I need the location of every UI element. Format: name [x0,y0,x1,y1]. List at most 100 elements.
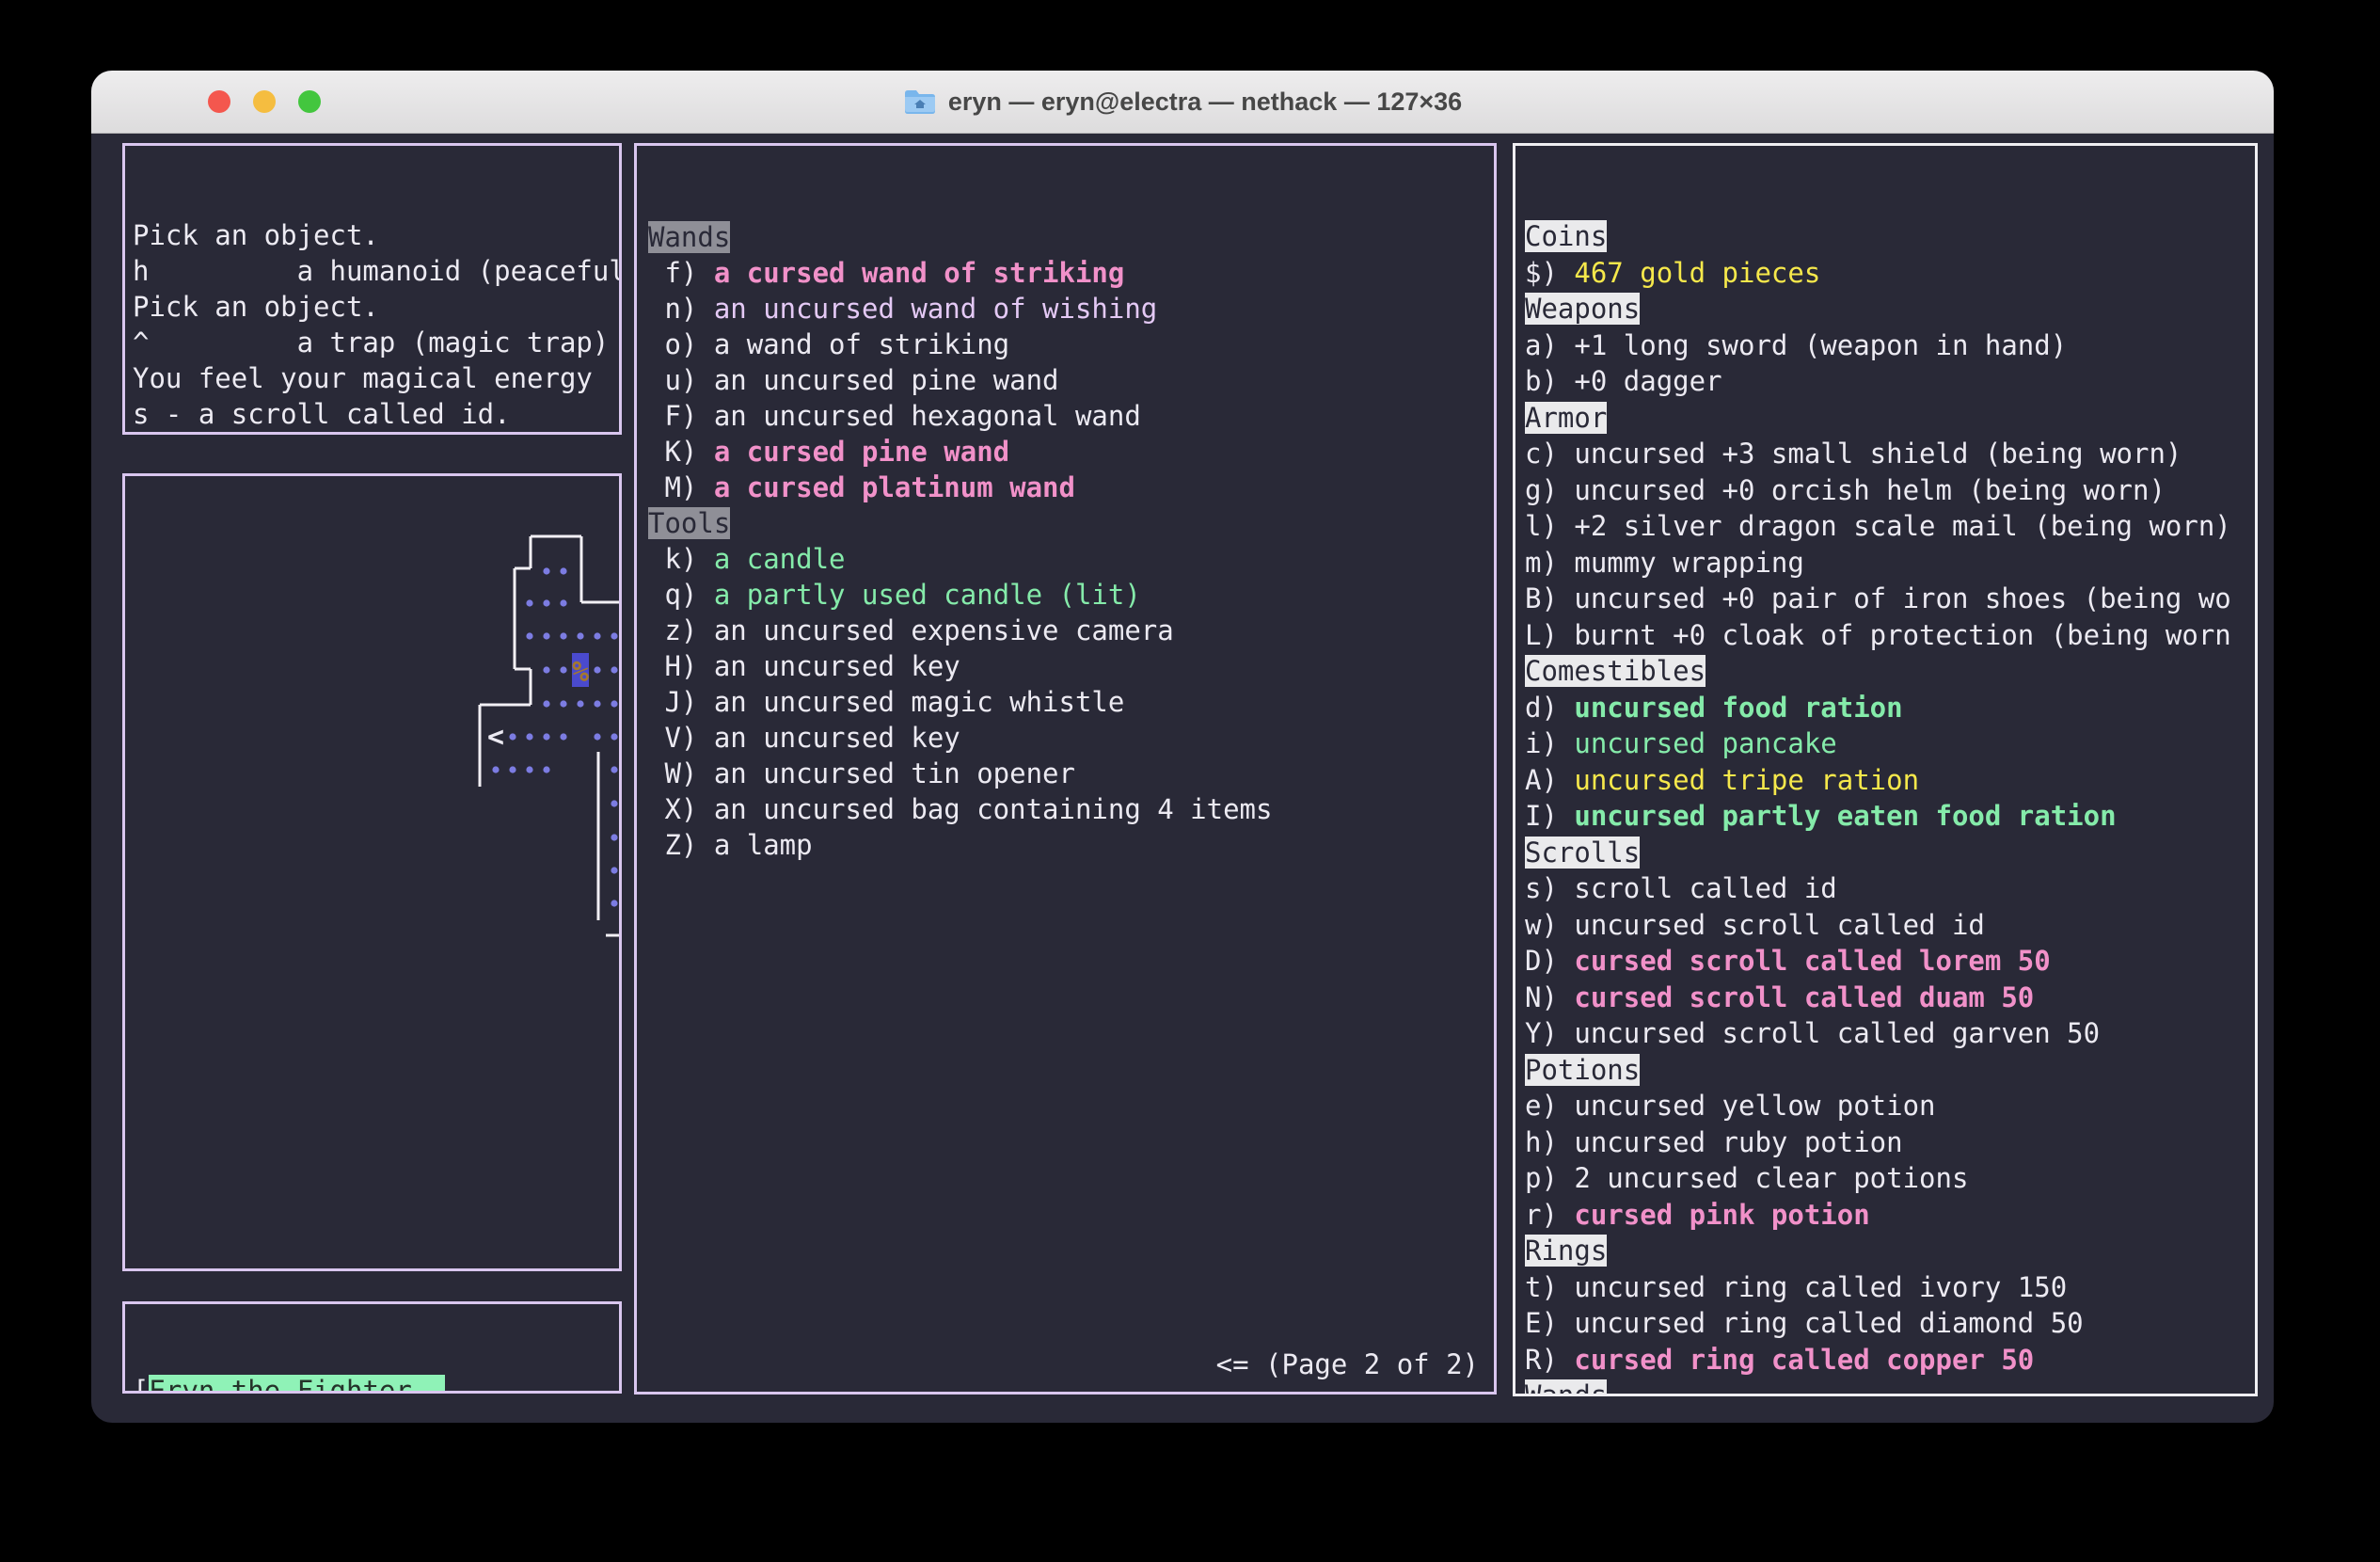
inventory-item[interactable]: r) cursed pink potion [1525,1197,2255,1234]
inventory-category-header: Potions [1525,1052,2255,1089]
inventory-item[interactable]: g) uncursed +0 orcish helm (being worn) [1525,472,2255,509]
floor-dot [560,733,566,740]
menu-item[interactable]: k) a candle [648,541,1494,577]
dungeon-map: <% [125,476,619,1268]
message-line: Pick an object. [133,217,619,253]
inventory-item[interactable]: e) uncursed yellow potion [1525,1088,2255,1124]
floor-dot [509,766,516,773]
inventory-item[interactable]: I) uncursed partly eaten food ration [1525,798,2255,835]
inventory-item[interactable]: c) uncursed +3 small shield (being worn) [1525,436,2255,472]
floor-dot [594,700,600,707]
floor-dot [543,666,549,673]
folder-icon [903,88,937,116]
page-indicator: <= (Page 2 of 2) [1216,1347,1479,1382]
menu-item[interactable]: f) a cursed wand of striking [648,255,1494,291]
menu-item[interactable]: H) an uncursed key [648,648,1494,684]
floor-dot [594,632,600,639]
floor-dot [611,834,617,840]
floor-dot [560,567,566,574]
menu-item[interactable]: K) a cursed pine wand [648,434,1494,470]
floor-dot [594,733,600,740]
floor-dot [543,733,549,740]
inventory-category-header: Rings [1525,1233,2255,1269]
inventory-item[interactable]: s) scroll called id [1525,870,2255,907]
menu-item[interactable]: Z) a lamp [648,827,1494,863]
menu-panel: Wands f) a cursed wand of striking n) an… [634,143,1497,1395]
floor-dot [611,733,617,740]
menu-item[interactable]: W) an uncursed tin opener [648,756,1494,791]
inventory-panel: Coins$) 467 gold piecesWeaponsa) +1 long… [1513,143,2258,1396]
inventory-item[interactable]: b) +0 dagger [1525,363,2255,400]
status-name-line: [Eryn the Fighter [133,1373,619,1394]
menu-category-header: Tools [648,505,1494,541]
floor-dot [526,599,532,606]
floor-dot [611,700,617,707]
floor-dot [577,700,583,707]
floor-dot [543,632,549,639]
floor-dot [560,599,566,606]
terminal-window: eryn — eryn@electra — nethack — 127×36 P… [91,71,2274,1423]
inventory-item[interactable]: p) 2 uncursed clear potions [1525,1160,2255,1197]
inventory-category-header: Scrolls [1525,835,2255,871]
inventory-item[interactable]: d) uncursed food ration [1525,690,2255,726]
inventory-item[interactable]: l) +2 silver dragon scale mail (being wo… [1525,508,2255,545]
floor-dot [543,599,549,606]
floor-dot [611,900,617,906]
floor-dot [594,666,600,673]
menu-item[interactable]: X) an uncursed bag containing 4 items [648,791,1494,827]
inventory-item[interactable]: w) uncursed scroll called id [1525,907,2255,944]
menu-item[interactable]: o) a wand of striking [648,327,1494,362]
message-line: h a humanoid (peaceful [133,253,619,289]
floor-dot [560,666,566,673]
inventory-item[interactable]: m) mummy wrapping [1525,545,2255,582]
food-item-glyph: % [572,656,589,689]
menu-item[interactable]: J) an uncursed magic whistle [648,684,1494,720]
map-panel: <% [122,473,622,1271]
menu-item[interactable]: n) an uncursed wand of wishing [648,291,1494,327]
inventory-item[interactable]: R) cursed ring called copper 50 [1525,1342,2255,1379]
inventory-item[interactable]: D) cursed scroll called lorem 50 [1525,943,2255,980]
floor-dot [543,567,549,574]
window-title: eryn — eryn@electra — nethack — 127×36 [948,88,1462,117]
floor-dot [526,632,532,639]
inventory-item[interactable]: t) uncursed ring called ivory 150 [1525,1269,2255,1306]
floor-dot [492,766,499,773]
floor-dot [611,666,617,673]
menu-item[interactable]: V) an uncursed key [648,720,1494,756]
floor-dot [577,632,583,639]
menu-item[interactable]: u) an uncursed pine wand [648,362,1494,398]
inventory-item[interactable]: L) burnt +0 cloak of protection (being w… [1525,617,2255,654]
inventory-category-header: Comestibles [1525,653,2255,690]
message-line: Pick an object. [133,289,619,325]
floor-dot [526,733,532,740]
inventory-item[interactable]: E) uncursed ring called diamond 50 [1525,1305,2255,1342]
inventory-item[interactable]: i) uncursed pancake [1525,725,2255,762]
floor-dot [611,766,617,773]
menu-item[interactable]: F) an uncursed hexagonal wand [648,398,1494,434]
message-line: ^ a trap (magic trap) [133,325,619,360]
menu-category-header: Wands [648,219,1494,255]
floor-dot [526,766,532,773]
inventory-category-header: Coins [1525,218,2255,255]
inventory-category-header: Armor [1525,400,2255,437]
inventory-item[interactable]: a) +1 long sword (weapon in hand) [1525,327,2255,364]
status-panel: [Eryn the Fighter Dlvl:9 $:467 HP:40(56)… [122,1301,622,1394]
inventory-item[interactable]: B) uncursed +0 pair of iron shoes (being… [1525,581,2255,617]
inventory-item[interactable]: h) uncursed ruby potion [1525,1124,2255,1161]
floor-dot [543,700,549,707]
floor-dot [543,766,549,773]
inventory-item[interactable]: $) 467 gold pieces [1525,255,2255,292]
floor-dot [611,800,617,806]
inventory-category-header: Weapons [1525,291,2255,327]
inventory-item[interactable]: N) cursed scroll called duam 50 [1525,980,2255,1016]
floor-dot [509,733,516,740]
inventory-item[interactable]: Y) uncursed scroll called garven 50 [1525,1015,2255,1052]
menu-item[interactable]: M) a cursed platinum wand [648,470,1494,505]
menu-item[interactable]: q) a partly used candle (lit) [648,577,1494,613]
inventory-item[interactable]: A) uncursed tripe ration [1525,762,2255,799]
upstairs-glyph: < [487,721,504,754]
title-bar[interactable]: eryn — eryn@electra — nethack — 127×36 [91,71,2274,134]
menu-item[interactable]: z) an uncursed expensive camera [648,613,1494,648]
message-line: You feel your magical energy [133,360,619,396]
floor-dot [560,700,566,707]
